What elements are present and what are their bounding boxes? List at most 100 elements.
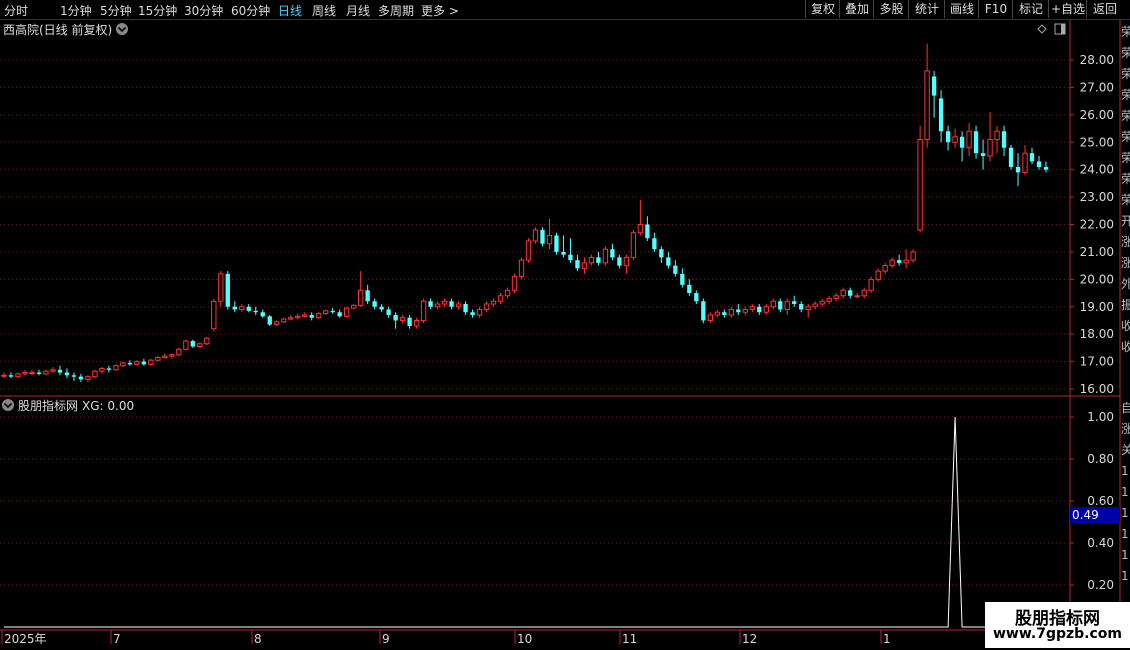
watermark-logo: 股朋指标网 www.7gpzb.com xyxy=(985,602,1130,648)
candle-body xyxy=(637,224,644,234)
candle-body xyxy=(148,359,154,365)
candle-body xyxy=(652,238,657,250)
candle-body xyxy=(323,310,329,315)
candle-body xyxy=(50,369,56,372)
candle-body xyxy=(162,355,168,358)
toolbar-button-7[interactable]: +自选 xyxy=(1048,0,1087,18)
side-panel-edge: 荣荣荣荣荣荣荣荣荣开涨涨外振收收 xyxy=(1121,25,1130,354)
period-tab-1[interactable]: 1分钟 xyxy=(60,2,92,19)
toolbar-button-6[interactable]: 标记 xyxy=(1012,0,1049,18)
candle-body xyxy=(792,301,797,305)
candle-body xyxy=(931,76,937,96)
toolbar-button-0[interactable]: 复权 xyxy=(805,0,840,18)
candle-body xyxy=(882,265,888,272)
date-label: 11 xyxy=(622,632,637,646)
candle-body xyxy=(372,301,377,307)
candle-body xyxy=(246,306,251,311)
candle-body xyxy=(714,311,720,316)
candle-body xyxy=(588,256,595,264)
candle-body xyxy=(43,370,49,375)
candle-body xyxy=(463,304,468,313)
toolbar-button-8[interactable]: 返回 xyxy=(1086,0,1123,18)
candle-body xyxy=(260,312,265,317)
candle-body xyxy=(29,372,35,375)
period-tab-5[interactable]: 60分钟 xyxy=(231,2,270,19)
toolbar-button-4[interactable]: 画线 xyxy=(944,0,979,18)
candle-body xyxy=(204,337,210,345)
candle-body xyxy=(57,369,63,373)
date-label: 7 xyxy=(113,632,121,646)
date-label: 8 xyxy=(254,632,262,646)
candle-body xyxy=(645,224,650,239)
candle-body xyxy=(1029,153,1035,162)
candle-body xyxy=(169,354,175,357)
indicator-title: 股朋指标网 xyxy=(18,398,78,413)
candle-body xyxy=(722,312,727,315)
candle-body xyxy=(64,372,70,376)
candle-body xyxy=(295,315,301,319)
toolbar-button-3[interactable]: 统计 xyxy=(908,0,945,18)
candle-body xyxy=(959,136,965,148)
candle-body xyxy=(581,262,588,269)
price-axis-labels: 28.00 27.00 26.00 25.00 24.00 23.00 22.00 21.00… xyxy=(1080,53,1114,396)
indicator-tick-label: 0.80 xyxy=(1087,452,1114,466)
candle-body xyxy=(365,290,370,302)
diamond-icon[interactable] xyxy=(1037,24,1047,34)
candle-body xyxy=(617,257,622,266)
candle-body xyxy=(799,304,804,310)
candle-body xyxy=(511,276,518,291)
candle-body xyxy=(687,284,692,294)
candle-body xyxy=(302,314,308,317)
candle-body xyxy=(889,259,895,267)
candle-body xyxy=(875,270,881,280)
candle-body xyxy=(840,289,846,297)
chevron-down-icon[interactable] xyxy=(2,399,14,411)
candle-body xyxy=(819,300,825,305)
date-label: 1 xyxy=(883,632,891,646)
toolbar-button-2[interactable]: 多股 xyxy=(873,0,909,18)
candle-body xyxy=(483,303,490,310)
indicator-tick-label: 0.20 xyxy=(1087,578,1114,592)
candle-body xyxy=(518,259,525,278)
candle-body xyxy=(770,300,776,308)
candle-body xyxy=(176,348,182,356)
period-tab-7[interactable]: 周线 xyxy=(312,2,336,19)
date-label: 10 xyxy=(517,632,532,646)
chevron-down-icon[interactable] xyxy=(116,23,128,35)
candle-body xyxy=(854,295,860,298)
period-tab-9[interactable]: 多周期 xyxy=(378,2,414,19)
chart-area: 28.00 27.00 26.00 25.00 24.00 23.00 22.00 21.00… xyxy=(0,20,1121,646)
candle-body xyxy=(399,317,406,321)
period-tab-4[interactable]: 30分钟 xyxy=(184,2,223,19)
candlestick-series xyxy=(1,43,1049,383)
toolbar-button-5[interactable]: F10 xyxy=(978,0,1013,18)
price-tick-label: 21.00 xyxy=(1080,245,1114,259)
period-tab-8[interactable]: 月线 xyxy=(346,2,370,19)
candle-body xyxy=(497,295,504,302)
candle-body xyxy=(337,312,342,317)
candle-body xyxy=(490,300,497,305)
candle-body xyxy=(309,314,314,318)
toolbar-button-1[interactable]: 叠加 xyxy=(839,0,874,18)
period-tab-0[interactable]: 分时 xyxy=(4,2,28,19)
period-tab-2[interactable]: 5分钟 xyxy=(100,2,132,19)
candle-body xyxy=(728,308,734,316)
candle-body xyxy=(428,301,433,307)
price-tick-label: 19.00 xyxy=(1080,300,1114,314)
candle-body xyxy=(455,303,462,308)
candle-body xyxy=(561,251,566,255)
candle-body xyxy=(330,310,335,313)
candle-body xyxy=(826,298,832,302)
period-tab-6[interactable]: 日线 xyxy=(278,2,302,19)
candle-body xyxy=(673,265,678,274)
price-tick-label: 24.00 xyxy=(1080,163,1114,177)
candle-body xyxy=(525,240,532,261)
window-toggle-icon[interactable] xyxy=(1054,23,1066,35)
candle-body xyxy=(868,278,874,291)
period-tab-3[interactable]: 15分钟 xyxy=(138,2,177,19)
candle-body xyxy=(575,260,580,269)
period-tab-10[interactable]: 更多 > xyxy=(421,2,459,19)
candle-body xyxy=(659,249,664,258)
candle-body xyxy=(253,310,258,313)
price-tick-label: 22.00 xyxy=(1080,218,1114,232)
